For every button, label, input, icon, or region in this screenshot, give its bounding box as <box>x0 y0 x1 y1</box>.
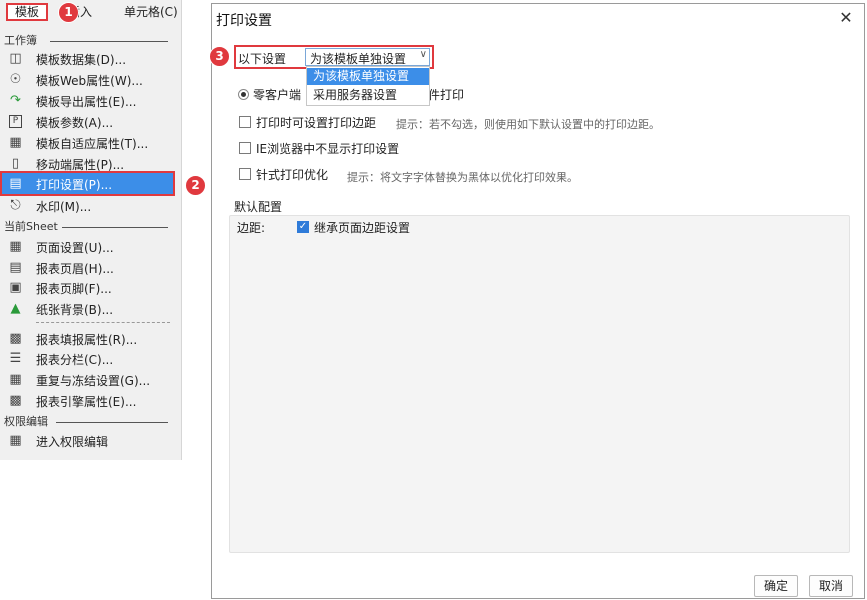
settings-source-select[interactable]: 为该模板单独设置 ∨ <box>305 48 430 66</box>
menu-item-template-web-attr[interactable]: ☉ 模板Web属性(W)... <box>0 69 181 90</box>
allow-margin-label: 打印时可设置打印边距 <box>256 116 377 130</box>
menu-item-label: 模板参数(A)... <box>36 116 114 130</box>
margin-label: 边距: <box>237 221 266 235</box>
menu-item-label: 报表填报属性(R)... <box>36 333 138 347</box>
default-config-group: 默认配置 边距: ✓ 继承页面边距设置 <box>229 200 850 553</box>
annotation-badge-3: 3 <box>209 46 230 67</box>
menu-item-repeat-freeze[interactable]: ▦ 重复与冻结设置(G)... <box>0 369 181 390</box>
menu-item-label: 报表页脚(F)... <box>36 282 112 296</box>
menu-item-enter-permission-edit[interactable]: ▦ 进入权限编辑 <box>0 430 181 451</box>
print-settings-dialog: 打印设置 ✕ 3 以下设置 为该模板单独设置 ∨ 为该模板单独设置 采用服务器设… <box>209 3 865 599</box>
zero-client-radio-label: 零客户端 <box>253 88 302 102</box>
section-title-current-sheet: 当前Sheet <box>4 220 58 233</box>
menu-item-mobile-attr[interactable]: ▯ 移动端属性(P)... <box>0 153 181 174</box>
menu-item-label: 进入权限编辑 <box>36 435 109 449</box>
close-icon[interactable]: ✕ <box>836 8 856 28</box>
dropdown-option-server[interactable]: 采用服务器设置 <box>307 87 429 104</box>
menu-item-page-setup[interactable]: ▦ 页面设置(U)... <box>0 236 181 257</box>
menu-item-report-engine-attr[interactable]: ▩ 报表引擎属性(E)... <box>0 390 181 411</box>
hide-ie-settings-label: IE浏览器中不显示打印设置 <box>256 142 400 156</box>
menu-item-report-header[interactable]: ▤ 报表页眉(H)... <box>0 257 181 278</box>
settings-source-label: 以下设置 <box>238 52 287 66</box>
columns-icon: ☰ <box>9 351 22 366</box>
annotation-badge-2: 2 <box>185 175 206 196</box>
margin-hint-text: 提示：若不勾选，则使用如下默认设置中的打印边距。 <box>396 118 660 131</box>
menu-item-paper-background[interactable]: ▲ 纸张背景(B)... <box>0 298 181 319</box>
annotation-badge-1: 1 <box>58 2 79 23</box>
parameter-icon: P <box>9 115 22 128</box>
allow-margin-checkbox[interactable] <box>239 116 251 128</box>
section-divider <box>50 41 168 42</box>
menu-item-label: 报表页眉(H)... <box>36 262 114 276</box>
menu-item-label: 移动端属性(P)... <box>36 158 125 172</box>
engine-icon: ▩ <box>9 393 22 408</box>
menu-item-report-footer[interactable]: ▣ 报表页脚(F)... <box>0 277 181 298</box>
dialog-title: 打印设置 <box>216 13 272 29</box>
dropdown-option-template[interactable]: 为该模板单独设置 <box>307 68 429 85</box>
menu-tab-cell[interactable]: 单元格(C) <box>124 3 178 21</box>
menu-item-label: 页面设置(U)... <box>36 241 114 255</box>
footer-icon: ▣ <box>9 280 22 295</box>
section-title-permission: 权限编辑 <box>4 415 48 428</box>
mobile-icon: ▯ <box>11 156 20 171</box>
plugin-print-radio-label: 件打印 <box>428 88 465 102</box>
menu-item-label: 模板数据集(D)... <box>36 53 127 67</box>
freeze-icon: ▦ <box>9 372 22 387</box>
globe-icon: ☉ <box>9 72 22 87</box>
dot-matrix-hint-text: 提示：将文字字体替换为黑体以优化打印效果。 <box>347 171 578 184</box>
section-divider <box>62 227 168 228</box>
menu-item-print-settings[interactable]: ▤ 打印设置(P)... <box>0 171 175 196</box>
menu-item-label: 报表引擎属性(E)... <box>36 395 137 409</box>
page-setup-icon: ▦ <box>9 239 22 254</box>
printer-icon: ▤ <box>9 176 22 191</box>
template-menu-panel: 模板 插入 单元格(C) 1 工作簿 ◫ 模板数据集(D)... ☉ 模板Web… <box>0 0 206 460</box>
hide-ie-settings-checkbox[interactable] <box>239 142 251 154</box>
watermark-icon: ⎋ <box>10 198 21 213</box>
menu-item-label: 重复与冻结设置(G)... <box>36 374 151 388</box>
chevron-down-icon[interactable]: ∨ <box>420 49 427 60</box>
section-divider <box>56 422 168 423</box>
database-icon: ◫ <box>9 51 22 66</box>
header-icon: ▤ <box>9 260 22 275</box>
menubar: 模板 插入 单元格(C) 1 <box>0 0 181 24</box>
default-config-title: 默认配置 <box>234 200 283 214</box>
settings-source-value: 为该模板单独设置 <box>310 52 407 66</box>
menu-item-label: 模板Web属性(W)... <box>36 74 143 88</box>
menu-item-label: 纸张背景(B)... <box>36 303 114 317</box>
adaptive-icon: ▦ <box>9 135 22 150</box>
background-image-icon: ▲ <box>10 301 21 316</box>
zero-client-print-radio[interactable] <box>238 89 249 100</box>
menu-item-template-dataset[interactable]: ◫ 模板数据集(D)... <box>0 48 181 69</box>
menu-item-template-parameter[interactable]: P 模板参数(A)... <box>0 111 181 132</box>
inherit-margin-checkbox[interactable]: ✓ <box>297 221 309 233</box>
menu-item-report-form-attr[interactable]: ▩ 报表填报属性(R)... <box>0 328 181 349</box>
ok-button[interactable]: 确定 <box>754 575 798 597</box>
menu-item-label: 报表分栏(C)... <box>36 353 114 367</box>
menu-item-template-adaptive[interactable]: ▦ 模板自适应属性(T)... <box>0 132 181 153</box>
inherit-margin-label: 继承页面边距设置 <box>314 221 411 235</box>
form-icon: ▩ <box>9 331 22 346</box>
menu-item-label: 打印设置(P)... <box>36 178 113 192</box>
menu-item-label: 模板自适应属性(T)... <box>36 137 149 151</box>
menu-item-label: 模板导出属性(E)... <box>36 95 137 109</box>
section-title-workbook: 工作簿 <box>4 34 37 47</box>
settings-source-dropdown: 为该模板单独设置 采用服务器设置 <box>306 66 430 106</box>
menu-item-template-export-attr[interactable]: ↷ 模板导出属性(E)... <box>0 90 181 111</box>
menu-separator <box>36 322 170 323</box>
export-icon: ↷ <box>10 93 21 108</box>
menu-item-report-columns[interactable]: ☰ 报表分栏(C)... <box>0 348 181 369</box>
menu-tab-template[interactable]: 模板 <box>6 3 48 21</box>
permission-icon: ▦ <box>9 433 22 448</box>
menu-item-watermark[interactable]: ⎋ 水印(M)... <box>0 195 181 216</box>
dot-matrix-optimize-checkbox[interactable] <box>239 168 251 180</box>
dot-matrix-optimize-label: 针式打印优化 <box>256 168 329 182</box>
menu-item-label: 水印(M)... <box>36 200 92 214</box>
cancel-button[interactable]: 取消 <box>809 575 853 597</box>
